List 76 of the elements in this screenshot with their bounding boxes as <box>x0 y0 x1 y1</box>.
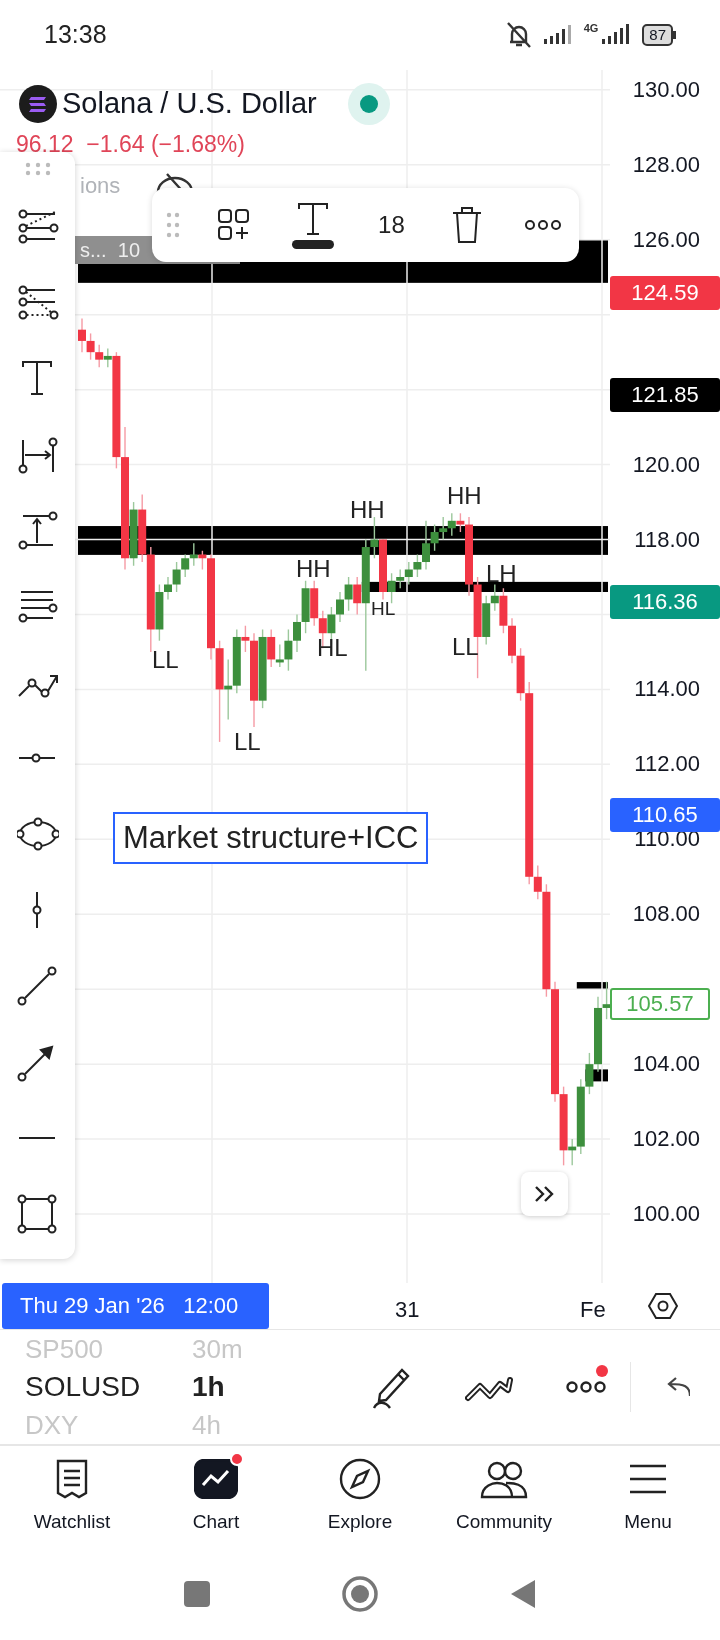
people-icon <box>480 1459 528 1499</box>
nav-tab[interactable]: Community <box>432 1446 576 1548</box>
candle <box>86 332 95 361</box>
price-label: 128.00 <box>632 151 700 178</box>
chart-label: LL <box>234 730 261 754</box>
candle <box>310 580 319 627</box>
price-label: 104.00 <box>632 1051 700 1078</box>
measure-icon[interactable] <box>16 510 59 550</box>
chart-label: HH <box>350 498 385 522</box>
chart-label: LL <box>452 635 479 659</box>
line-icon[interactable] <box>16 966 59 1006</box>
chevrons-icon <box>533 1185 556 1203</box>
price-label: 114.00 <box>634 676 700 703</box>
price-badge: 105.57 <box>610 988 710 1020</box>
back-icon[interactable] <box>509 1579 537 1609</box>
price-label: 100.00 <box>632 1201 700 1228</box>
drag-handle-icon[interactable] <box>166 212 180 238</box>
candle <box>439 516 448 541</box>
nav-tab[interactable]: Explore <box>288 1446 432 1548</box>
status-time: 13:38 <box>44 19 107 51</box>
network-label: 4G <box>583 20 599 36</box>
candle <box>95 344 104 368</box>
legend-text: ions <box>80 172 121 200</box>
candle <box>181 553 190 578</box>
price-label: 130.00 <box>632 76 700 103</box>
crosshair-time-label: Thu 29 Jan '26 12:00 <box>2 1283 269 1329</box>
more-icon <box>524 219 562 231</box>
candle <box>301 580 310 634</box>
coin-logo <box>19 85 57 123</box>
chart-label: HL <box>317 636 348 660</box>
level-band <box>576 982 608 990</box>
battery-icon: 87 <box>642 24 676 46</box>
chart-label: LH <box>486 562 517 586</box>
symbol-option[interactable]: SOLUSD <box>25 1366 192 1408</box>
time-label: 31 <box>395 1296 420 1324</box>
price-label: 102.00 <box>632 1126 700 1153</box>
recents-icon[interactable] <box>183 1580 211 1608</box>
interval-option[interactable]: 1h <box>192 1366 225 1408</box>
undo-icon[interactable] <box>666 1376 690 1398</box>
nav-tab[interactable]: Chart <box>144 1446 288 1548</box>
chart-icon <box>194 1459 238 1499</box>
nav-tab[interactable]: Watchlist <box>0 1446 144 1548</box>
price-badge: 110.65 <box>610 798 720 832</box>
chart-label: HH <box>296 557 331 581</box>
list-icon <box>54 1459 90 1499</box>
price-badge: 121.85 <box>610 378 720 412</box>
candle <box>447 512 456 537</box>
candle <box>344 576 353 612</box>
more-icon <box>565 1380 607 1394</box>
price-label: 108.00 <box>632 901 700 928</box>
menu-icon <box>628 1463 668 1495</box>
candle <box>189 542 198 567</box>
candle <box>172 561 181 593</box>
price-label: 120.00 <box>632 451 700 478</box>
drag-handle-icon[interactable] <box>24 162 51 176</box>
price-change: 96.12 −1.64 (−1.68%) <box>16 130 245 158</box>
chart-label: HL <box>371 599 396 618</box>
price-badge: 124.59 <box>610 275 720 310</box>
text-annotation: Market structure+ICC <box>113 812 429 864</box>
price-label: 126.00 <box>632 226 700 253</box>
price-label: 112.00 <box>634 751 700 778</box>
chart-label: HH <box>447 484 482 508</box>
font-size-button[interactable]: 18 <box>369 207 414 243</box>
text-icon <box>295 201 330 236</box>
candle <box>404 561 413 586</box>
symbol-title: Solana / U.S. Dollar <box>62 86 317 121</box>
chart-label: LL <box>152 648 179 672</box>
expand-button[interactable] <box>521 1172 568 1216</box>
home-icon[interactable] <box>341 1575 379 1613</box>
compass-icon <box>339 1458 381 1500</box>
time-label: Fe <box>580 1296 606 1324</box>
nav-tab[interactable]: Menu <box>576 1446 720 1548</box>
price-label: 118.00 <box>634 526 700 553</box>
settings-icon[interactable] <box>648 1292 678 1320</box>
rectangle-icon[interactable] <box>16 1194 59 1234</box>
price-badge: 116.36 <box>610 585 720 619</box>
